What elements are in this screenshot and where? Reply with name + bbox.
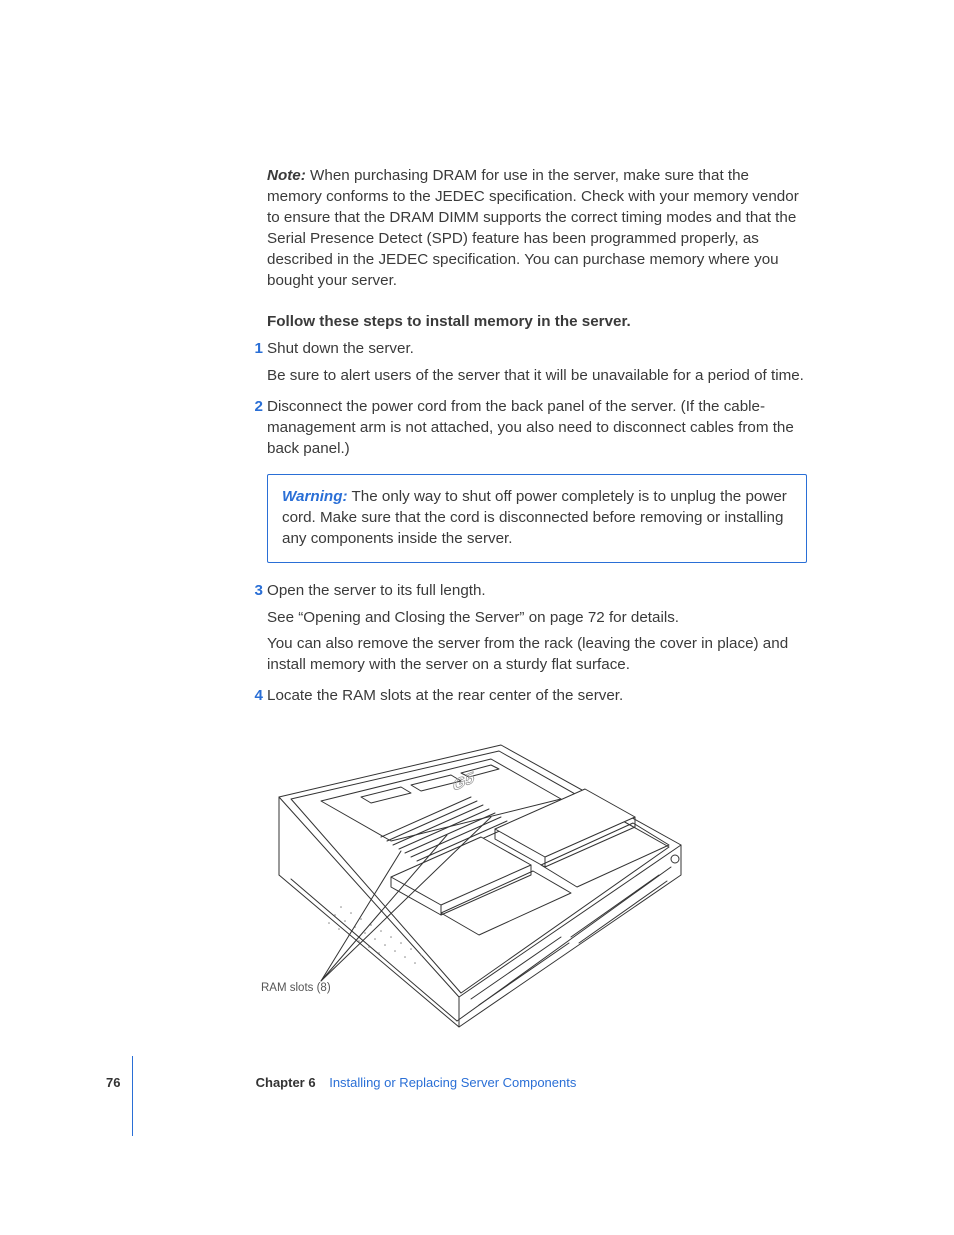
figure-caption: RAM slots (8): [261, 981, 331, 997]
step-text: Disconnect the power cord from the back …: [267, 397, 807, 460]
step-detail: You can also remove the server from the …: [267, 634, 807, 676]
steps-heading: Follow these steps to install memory in …: [267, 312, 807, 333]
step-number: 2: [245, 397, 263, 418]
note-label: Note:: [267, 167, 306, 184]
step-text: Shut down the server.: [267, 339, 807, 360]
note-text: When purchasing DRAM for use in the serv…: [267, 167, 799, 289]
page-number: 76: [106, 1074, 132, 1092]
warning-box: Warning: The only way to shut off power …: [267, 474, 807, 563]
cpu-label-1: G5: [453, 768, 474, 796]
page-footer: 76 Chapter 6 Installing or Replacing Ser…: [106, 1074, 806, 1092]
warning-text: The only way to shut off power completel…: [282, 488, 787, 547]
step-4: 4 Locate the RAM slots at the rear cente…: [267, 686, 807, 707]
manual-page: Note: When purchasing DRAM for use in th…: [0, 0, 954, 1235]
note-paragraph: Note: When purchasing DRAM for use in th…: [267, 166, 807, 292]
footer-separator: [132, 1056, 134, 1136]
step-3: 3 Open the server to its full length. Se…: [267, 581, 807, 677]
step-text: Open the server to its full length.: [267, 581, 807, 602]
step-detail: See “Opening and Closing the Server” on …: [267, 608, 807, 629]
step-number: 1: [245, 339, 263, 360]
step-text: Locate the RAM slots at the rear center …: [267, 686, 807, 707]
warning-label: Warning:: [282, 488, 348, 505]
server-diagram-figure: G5 G5 RAM slots (8): [261, 737, 691, 1037]
step-detail: Be sure to alert users of the server tha…: [267, 366, 807, 387]
step-number: 3: [245, 581, 263, 602]
step-2: 2 Disconnect the power cord from the bac…: [267, 397, 807, 460]
chapter-title: Installing or Replacing Server Component…: [329, 1075, 576, 1090]
chapter-label: Chapter 6: [256, 1075, 316, 1090]
step-1: 1 Shut down the server. Be sure to alert…: [267, 339, 807, 387]
step-number: 4: [245, 686, 263, 707]
body-content: Note: When purchasing DRAM for use in th…: [267, 166, 807, 1037]
